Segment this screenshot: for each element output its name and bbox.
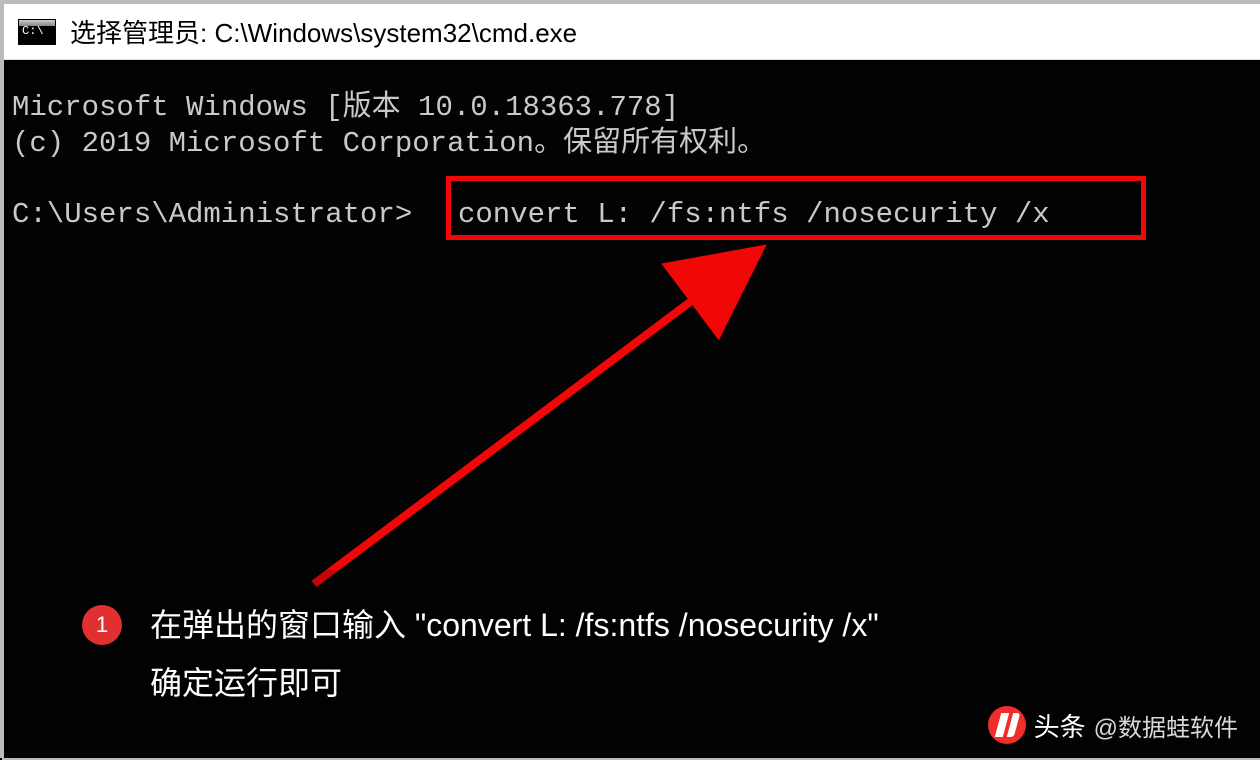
window-title: 选择管理员: C:\Windows\system32\cmd.exe: [70, 13, 577, 50]
watermark-prefix: 头条: [1034, 707, 1086, 744]
step-number-badge: 1: [82, 605, 122, 645]
highlight-rectangle: [446, 176, 1146, 240]
arrow-annotation: [284, 234, 804, 604]
watermark-author: @数据蛙软件: [1094, 708, 1238, 743]
copyright-line: (c) 2019 Microsoft Corporation。保留所有权利。: [12, 118, 766, 160]
window-titlebar[interactable]: 选择管理员: C:\Windows\system32\cmd.exe: [4, 4, 1260, 60]
toutiao-logo-icon: [988, 706, 1026, 744]
terminal-area[interactable]: Microsoft Windows [版本 10.0.18363.778] (c…: [4, 60, 1260, 758]
watermark: 头条 @数据蛙软件: [988, 706, 1238, 744]
prompt-text: C:\Users\Administrator>: [12, 198, 412, 231]
instruction-text: 在弹出的窗口输入 "convert L: /fs:ntfs /nosecurit…: [150, 597, 879, 712]
cmd-icon: [18, 19, 56, 45]
